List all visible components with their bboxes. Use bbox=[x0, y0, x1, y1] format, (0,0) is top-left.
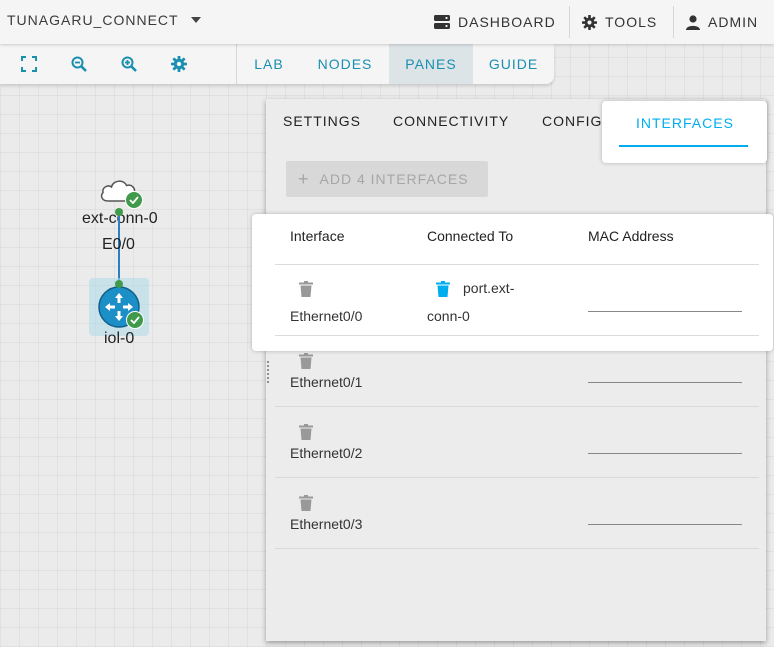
gear-icon bbox=[582, 14, 597, 30]
zoom-out-icon[interactable] bbox=[71, 56, 87, 72]
chevron-down-icon bbox=[190, 17, 201, 23]
dashboard-label: DASHBOARD bbox=[458, 14, 556, 30]
trash-icon[interactable] bbox=[299, 353, 313, 369]
add-interfaces-label: ADD 4 INTERFACES bbox=[319, 171, 469, 187]
trash-icon[interactable] bbox=[299, 495, 313, 511]
gear-icon[interactable] bbox=[171, 56, 187, 72]
top-bar: TUNAGARU_CONNECT DASHBOARD TOOLS ADMIN bbox=[0, 0, 774, 44]
table-row: Ethernet0/3 bbox=[275, 478, 759, 549]
tab-panes[interactable]: PANES bbox=[389, 44, 473, 84]
active-tab-indicator bbox=[619, 145, 748, 147]
divider bbox=[275, 335, 759, 336]
zoom-in-icon[interactable] bbox=[121, 56, 137, 72]
lab-title: TUNAGARU_CONNECT bbox=[7, 12, 179, 28]
trash-icon[interactable] bbox=[299, 424, 313, 440]
mac-address-field[interactable] bbox=[588, 453, 742, 454]
column-header-connected-to: Connected To bbox=[427, 228, 514, 244]
divider bbox=[569, 6, 570, 38]
column-header-mac-address: MAC Address bbox=[588, 228, 674, 244]
divider bbox=[275, 264, 759, 265]
connected-to-value-cont: conn-0 bbox=[427, 308, 470, 324]
admin-button[interactable]: ADMIN bbox=[686, 0, 758, 44]
tab-settings[interactable]: SETTINGS bbox=[283, 113, 361, 135]
canvas-toolbar: LAB NODES PANES GUIDE bbox=[0, 44, 554, 84]
node-label: iol-0 bbox=[104, 330, 135, 347]
column-header-interface: Interface bbox=[290, 228, 345, 244]
interface-name: Ethernet0/1 bbox=[290, 374, 363, 390]
connected-to-value: port.ext- bbox=[463, 280, 515, 296]
divider bbox=[673, 6, 674, 38]
tools-button[interactable]: TOOLS bbox=[582, 0, 657, 44]
tab-nodes[interactable]: NODES bbox=[301, 44, 389, 84]
server-icon bbox=[434, 15, 450, 29]
add-interfaces-button[interactable]: + ADD 4 INTERFACES bbox=[286, 161, 488, 197]
trash-icon[interactable] bbox=[436, 281, 450, 297]
panel-resize-handle[interactable] bbox=[266, 360, 270, 384]
interface-name: Ethernet0/2 bbox=[290, 445, 363, 461]
interface-name: Ethernet0/0 bbox=[290, 308, 363, 324]
admin-label: ADMIN bbox=[708, 14, 759, 30]
tab-guide[interactable]: GUIDE bbox=[473, 44, 554, 84]
tab-connectivity[interactable]: CONNECTIVITY bbox=[393, 113, 509, 135]
mac-address-field[interactable] bbox=[588, 524, 742, 525]
interface-name: Ethernet0/3 bbox=[290, 516, 363, 532]
mac-address-field[interactable] bbox=[588, 311, 742, 312]
table-row: Ethernet0/2 bbox=[275, 407, 759, 478]
status-check-icon bbox=[125, 191, 143, 209]
tab-interfaces[interactable]: INTERFACES bbox=[602, 101, 767, 163]
dashboard-button[interactable]: DASHBOARD bbox=[434, 0, 556, 44]
lab-title-dropdown[interactable]: TUNAGARU_CONNECT bbox=[7, 12, 201, 28]
status-check-icon bbox=[126, 311, 144, 329]
tab-config[interactable]: CONFIG bbox=[542, 113, 602, 135]
plus-icon: + bbox=[298, 169, 310, 189]
mac-address-field[interactable] bbox=[588, 382, 742, 383]
tools-label: TOOLS bbox=[605, 14, 658, 30]
tab-interfaces-label: INTERFACES bbox=[636, 115, 734, 131]
link-endpoint bbox=[115, 208, 123, 216]
tab-lab[interactable]: LAB bbox=[237, 44, 301, 84]
link-label: E0/0 bbox=[102, 236, 135, 253]
user-icon bbox=[686, 14, 700, 30]
trash-icon[interactable] bbox=[299, 281, 313, 297]
fit-screen-icon[interactable] bbox=[21, 56, 37, 72]
interfaces-table: Interface Connected To MAC Address Ether… bbox=[252, 214, 773, 351]
link-endpoint bbox=[115, 280, 123, 288]
